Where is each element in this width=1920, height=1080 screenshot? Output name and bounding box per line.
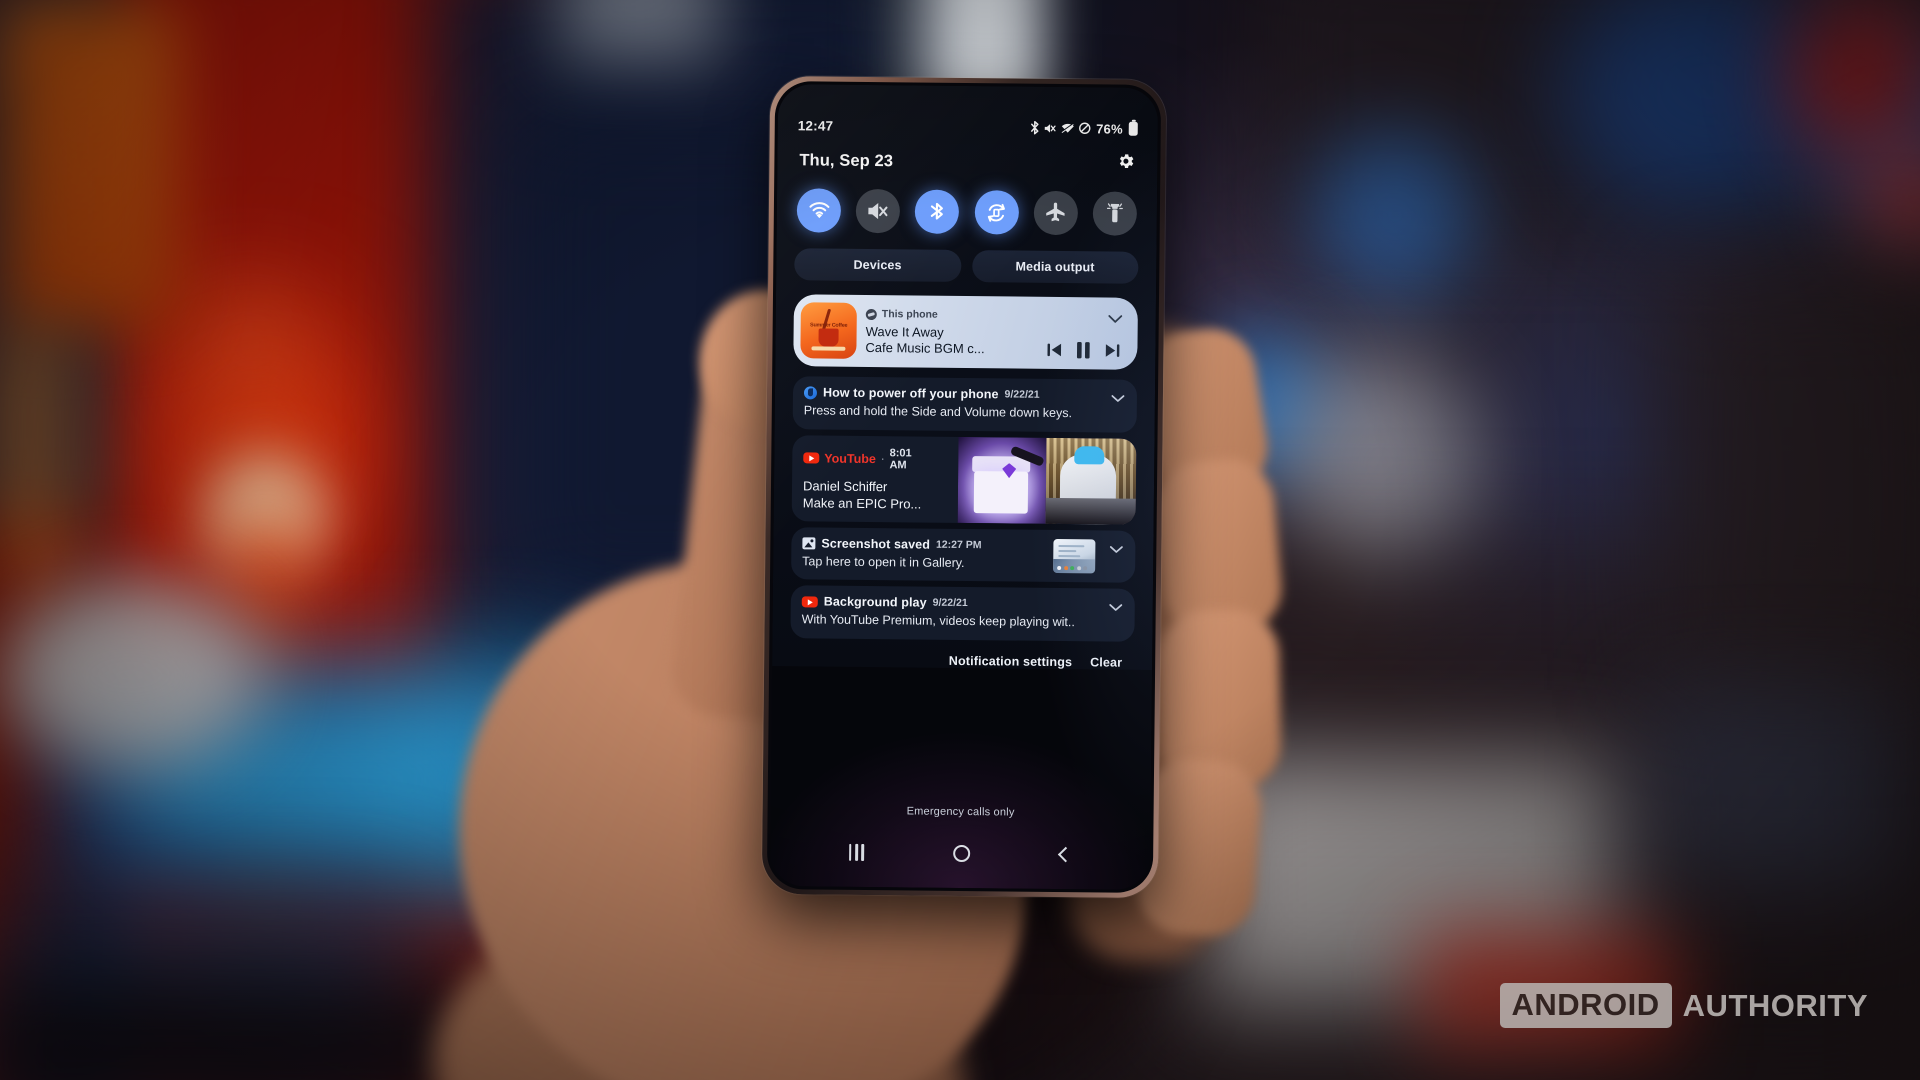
media-device-label: This phone (881, 308, 938, 321)
wifi-icon (1061, 122, 1075, 134)
devices-button[interactable]: Devices (794, 248, 961, 282)
home-icon[interactable] (953, 844, 971, 862)
chevron-down-icon[interactable] (1109, 540, 1123, 558)
mute-icon (1044, 121, 1057, 134)
next-icon[interactable] (1104, 342, 1121, 358)
youtube-icon (801, 596, 818, 608)
notification-time: 9/22/21 (932, 597, 968, 610)
image-icon (802, 537, 816, 550)
toggle-mute[interactable] (855, 188, 901, 234)
notification-shade: 12:47 76% Thu, Sep 23 Devices Media outp… (772, 84, 1159, 671)
back-icon[interactable] (1057, 846, 1074, 862)
bg-right-low-glow (1640, 690, 1900, 890)
battery-percent-label: 76% (1096, 120, 1123, 137)
carrier-status-label: Emergency calls only (906, 805, 1015, 819)
status-clock: 12:47 (797, 117, 834, 134)
youtube-icon (803, 452, 820, 464)
date-label: Thu, Sep 23 (799, 150, 894, 170)
media-controls (1045, 341, 1121, 360)
status-icon-group: 76% (1030, 120, 1138, 136)
recents-icon[interactable] (848, 843, 864, 861)
bg-dark-right (1660, 270, 1920, 690)
chevron-down-icon[interactable] (1111, 390, 1125, 408)
notification-background-play[interactable]: Background play 9/22/21 With YouTube Pre… (790, 585, 1135, 642)
toggle-autorotate[interactable] (974, 190, 1019, 235)
notification-title: Screenshot saved (821, 536, 931, 552)
phone-screen[interactable]: 12:47 76% Thu, Sep 23 Devices Media outp… (769, 84, 1159, 890)
notification-title: How to power off your phone (822, 385, 999, 402)
album-art: Summer Coffee (800, 302, 857, 359)
toggle-flashlight[interactable] (1092, 191, 1138, 236)
toggle-airplane-mode[interactable] (1033, 190, 1078, 236)
bg-orange-mug-highlight (0, 330, 60, 580)
notification-list: How to power off your phone 9/22/21 Pres… (790, 376, 1138, 642)
bluetooth-icon (1030, 120, 1040, 135)
clear-button[interactable]: Clear (1090, 655, 1122, 669)
battery-icon (1128, 121, 1138, 136)
toggle-bluetooth[interactable] (915, 189, 960, 234)
phone-bezel: 12:47 76% Thu, Sep 23 Devices Media outp… (766, 81, 1162, 893)
chevron-down-icon[interactable] (1109, 599, 1123, 617)
screenshot-thumbnail[interactable] (1053, 538, 1096, 574)
gear-icon[interactable] (1116, 152, 1135, 176)
bg-orange-mug (0, 0, 180, 330)
watermark-brand: ANDROID (1499, 983, 1672, 1028)
notification-time: 8:01 AM (889, 446, 912, 472)
do-not-disturb-icon (1079, 122, 1091, 134)
bg-dark-foreground-left (0, 980, 500, 1080)
notification-time: 9/22/21 (1004, 388, 1040, 401)
notification-video-title: Make an EPIC Pro... (802, 495, 922, 512)
bg-right-red-glow (1790, 0, 1920, 150)
quick-settings-toggles (791, 172, 1144, 236)
bg-white-mouse (0, 580, 260, 770)
media-player-card[interactable]: Summer Coffee This phone Wave It Away Ca… (793, 294, 1138, 370)
bg-light-panel-top (560, 0, 720, 60)
notification-settings-button[interactable]: Notification settings (949, 654, 1072, 669)
smartphone: 12:47 76% Thu, Sep 23 Devices Media outp… (761, 75, 1167, 899)
notification-title: Background play (823, 594, 927, 611)
notification-thumbnail[interactable] (957, 436, 1137, 525)
notification-channel: Daniel Schiffer (802, 478, 888, 495)
notification-screenshot[interactable]: Screenshot saved 12:27 PM Tap here to op… (791, 527, 1136, 584)
bg-bokeh-blue-1 (1310, 130, 1480, 300)
notification-header: How to power off your phone 9/22/21 (803, 385, 1126, 402)
photo-scene: 12:47 76% Thu, Sep 23 Devices Media outp… (0, 0, 1920, 1080)
tips-icon (803, 385, 818, 399)
bg-bokeh-white-2 (1280, 350, 1480, 580)
media-device-row: This phone (865, 307, 1128, 324)
notification-youtube-video[interactable]: YouTube · 8:01 AM Daniel Schiffer Make a… (791, 434, 1137, 525)
thumbnail-left-frame (957, 436, 1047, 524)
separator: · (880, 452, 885, 465)
notification-footer-actions: Notification settings Clear (786, 638, 1138, 670)
watermark: ANDROID AUTHORITY (1499, 983, 1869, 1028)
notification-tips[interactable]: How to power off your phone 9/22/21 Pres… (792, 376, 1138, 433)
chevron-down-icon[interactable] (1108, 310, 1123, 328)
thumbnail-right-frame (1045, 437, 1137, 525)
media-track-title: Wave It Away (865, 323, 944, 340)
notification-header: Background play 9/22/21 (801, 594, 1124, 612)
app-name-label: YouTube (824, 451, 876, 466)
previous-icon[interactable] (1045, 342, 1062, 358)
pause-icon[interactable] (1075, 341, 1091, 359)
shade-pill-row: Devices Media output (790, 232, 1142, 284)
media-app-icon (865, 308, 877, 320)
notification-body: Press and hold the Side and Volume down … (803, 403, 1073, 421)
notification-time: 12:27 PM (935, 538, 982, 551)
media-output-button[interactable]: Media output (971, 250, 1139, 284)
navigation-bar (770, 832, 1150, 874)
watermark-suffix: AUTHORITY (1682, 987, 1868, 1023)
notification-youtube-text: YouTube · 8:01 AM Daniel Schiffer Make a… (792, 435, 959, 523)
shade-header: Thu, Sep 23 (791, 136, 1143, 176)
notification-body: With YouTube Premium, videos keep playin… (801, 612, 1075, 630)
album-art-text: Summer Coffee (810, 322, 848, 329)
notification-header: YouTube · 8:01 AM (803, 446, 950, 472)
toggle-wifi[interactable] (796, 188, 842, 233)
